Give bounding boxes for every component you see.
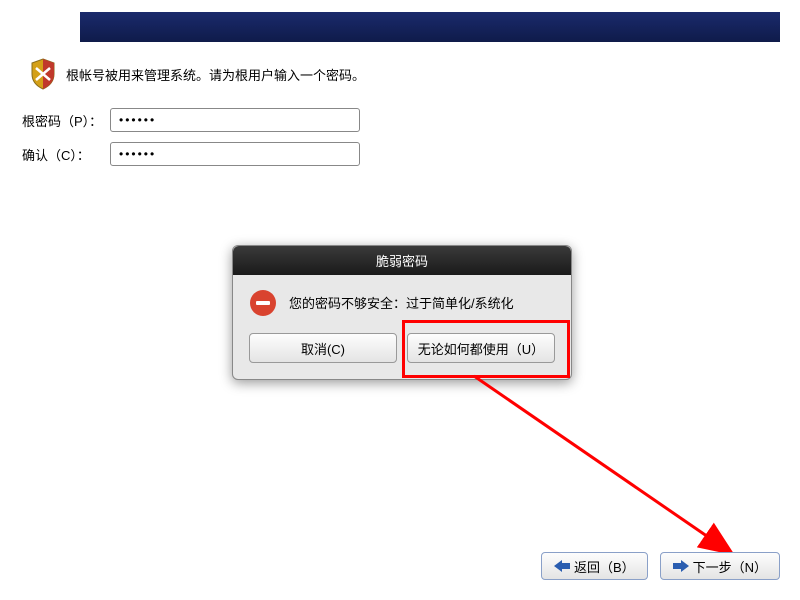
dialog-title: 脆弱密码 [233,246,571,275]
password-label: 根密码（P）： [20,111,110,130]
weak-password-dialog: 脆弱密码 您的密码不够安全：过于简单化/系统化 取消(C) 无论如何都使用（U） [232,245,572,380]
dialog-buttons: 取消(C) 无论如何都使用（U） [233,327,571,379]
back-button[interactable]: 返回（B） [541,552,648,580]
dialog-body: 您的密码不够安全：过于简单化/系统化 [233,275,571,327]
cancel-button[interactable]: 取消(C) [249,333,397,363]
instruction-text: 根帐号被用来管理系统。请为根用户输入一个密码。 [66,65,365,84]
next-button[interactable]: 下一步（N） [660,552,780,580]
arrow-right-icon [673,559,689,573]
password-form: 根密码（P）： 确认（C）： [20,108,360,176]
dialog-message: 您的密码不够安全：过于简单化/系统化 [289,289,514,312]
back-label: 返回（B） [574,557,635,576]
header-banner [80,12,780,42]
instruction-row: 根帐号被用来管理系统。请为根用户输入一个密码。 [30,58,365,90]
error-icon [249,289,277,317]
confirm-row: 确认（C）： [20,142,360,166]
use-anyway-button[interactable]: 无论如何都使用（U） [407,333,555,363]
next-label: 下一步（N） [693,557,767,576]
confirm-label: 确认（C）： [20,145,110,164]
shield-icon [30,58,56,90]
arrow-annotation [470,372,760,567]
password-row: 根密码（P）： [20,108,360,132]
confirm-input[interactable] [110,142,360,166]
arrow-left-icon [554,559,570,573]
password-input[interactable] [110,108,360,132]
footer-buttons: 返回（B） 下一步（N） [541,552,780,580]
